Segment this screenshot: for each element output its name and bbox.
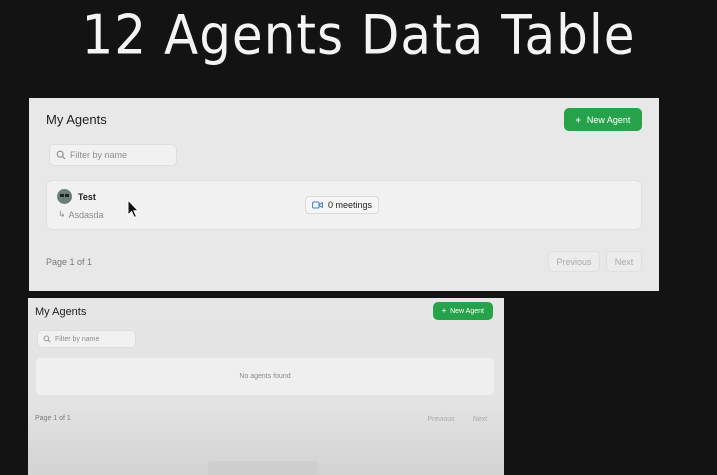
avatar <box>57 189 72 204</box>
agent-instructions: ↳ Asdasda <box>58 209 104 220</box>
agents-panel-empty: My Agents + New Agent Filter by name No … <box>28 298 504 475</box>
previous-button[interactable]: Previous <box>422 412 460 426</box>
new-agent-button[interactable]: + New Agent <box>433 302 493 320</box>
filter-placeholder: Filter by name <box>55 335 100 343</box>
page-heading: My Agents <box>35 306 87 318</box>
empty-state: No agents found <box>36 358 494 395</box>
search-icon <box>43 335 51 343</box>
new-agent-label: New Agent <box>586 114 631 125</box>
plus-icon: + <box>442 307 447 315</box>
filter-placeholder: Filter by name <box>70 150 128 160</box>
page-indicator: Page 1 of 1 <box>46 257 93 267</box>
next-button[interactable]: Next <box>606 251 642 272</box>
empty-state-text: No agents found <box>239 373 291 380</box>
slide-title: 12 Agents Data Table <box>81 4 636 67</box>
filter-input[interactable]: Filter by name <box>37 330 136 348</box>
page-indicator: Page 1 of 1 <box>35 415 71 422</box>
search-icon <box>56 150 66 160</box>
mouse-cursor-icon <box>127 199 139 219</box>
next-button[interactable]: Next <box>467 412 493 426</box>
filter-input[interactable]: Filter by name <box>49 144 177 166</box>
agents-panel-with-data: My Agents + New Agent Filter by name Tes… <box>29 98 659 291</box>
corner-down-right-icon: ↳ <box>58 209 66 219</box>
agent-name: Test <box>78 192 96 202</box>
meetings-count: 0 meetings <box>328 200 373 210</box>
bottom-element <box>208 461 318 475</box>
agent-instructions-text: Asdasda <box>68 209 104 220</box>
plus-icon: + <box>575 114 581 125</box>
new-agent-label: New Agent <box>450 307 484 315</box>
new-agent-button[interactable]: + New Agent <box>564 108 642 131</box>
meetings-badge: 0 meetings <box>305 196 380 214</box>
video-icon <box>312 201 323 209</box>
page-heading: My Agents <box>46 112 107 127</box>
previous-button[interactable]: Previous <box>548 251 600 272</box>
